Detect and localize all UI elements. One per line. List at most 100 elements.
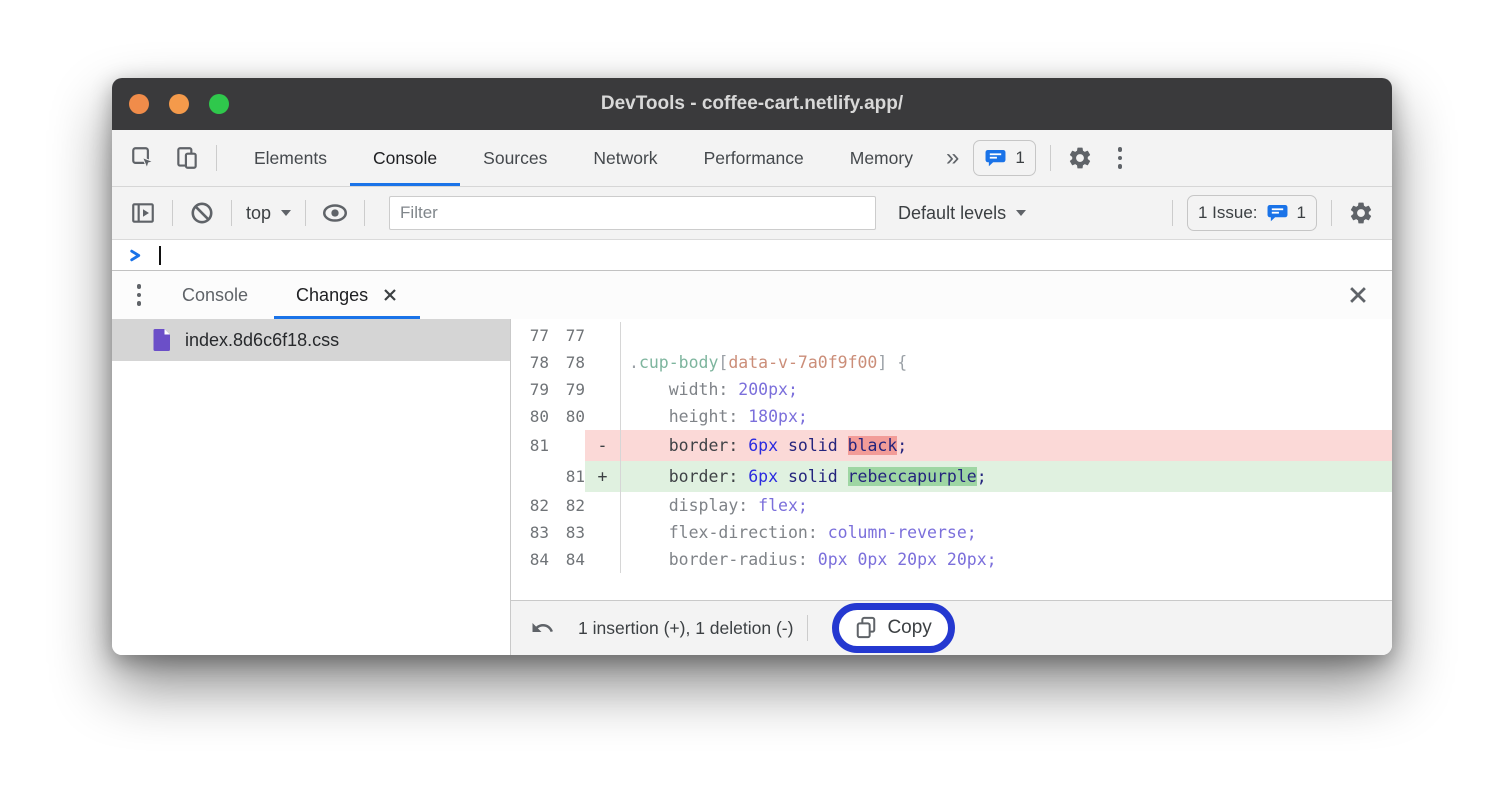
line-number-after: 78	[549, 349, 585, 376]
diff-view: 77777878.cup-body[data-v-7a0f9f00] {7979…	[511, 319, 1392, 655]
diff-marker	[585, 492, 620, 519]
diff-row: 8282 display: flex;	[511, 492, 1392, 519]
tab-memory[interactable]: Memory	[827, 130, 936, 186]
code-line: flex-direction: column-reverse;	[620, 519, 1392, 546]
clear-console-icon[interactable]	[187, 197, 217, 229]
changed-file-name: index.8d6c6f18.css	[185, 330, 339, 351]
tab-console[interactable]: Console	[350, 130, 460, 186]
code-line: .cup-body[data-v-7a0f9f00] {	[620, 349, 1392, 376]
diff-row: 81+ border: 6px solid rebeccapurple;	[511, 461, 1392, 492]
issues-counter-button[interactable]: 1	[973, 140, 1035, 176]
diff-row: 81- border: 6px solid black;	[511, 430, 1392, 461]
diff-marker	[585, 546, 620, 573]
code-line: border-radius: 0px 0px 20px 20px;	[620, 546, 1392, 573]
devtools-window: DevTools - coffee-cart.netlify.app/ Elem…	[112, 78, 1392, 655]
issue-message-icon	[984, 149, 1007, 168]
toolbar-divider	[1050, 145, 1051, 171]
minimize-window-icon[interactable]	[169, 94, 189, 114]
console-toolbar: top Default levels 1 Issue: 1	[112, 187, 1392, 240]
code-line	[620, 322, 1392, 349]
copy-button[interactable]: Copy	[832, 603, 954, 653]
line-number-before: 78	[511, 349, 549, 376]
chevron-down-icon	[281, 210, 291, 216]
toolbar-divider	[364, 200, 365, 226]
more-tabs-icon[interactable]: »	[946, 144, 959, 172]
console-filter-input[interactable]	[389, 196, 876, 230]
zoom-window-icon[interactable]	[209, 94, 229, 114]
line-number-before: 77	[511, 322, 549, 349]
traffic-lights	[129, 94, 229, 114]
screenshot-stage: DevTools - coffee-cart.netlify.app/ Elem…	[0, 0, 1504, 804]
drawer-tab-changes[interactable]: Changes	[272, 271, 422, 319]
diff-marker: -	[585, 430, 620, 461]
changes-file-list: index.8d6c6f18.css	[112, 319, 511, 655]
drawer-toolbar: Console Changes	[112, 270, 1392, 319]
line-number-after: 84	[549, 546, 585, 573]
drawer-tab-console[interactable]: Console	[158, 271, 272, 319]
changes-panel: index.8d6c6f18.css 77777878 .cup-body[dat…	[112, 319, 1392, 655]
revert-changes-icon[interactable]	[529, 616, 556, 640]
copy-button-label: Copy	[887, 617, 931, 639]
footer-divider	[807, 615, 808, 641]
diff-row: 8080 height: 180px;	[511, 403, 1392, 430]
copy-icon	[855, 616, 877, 640]
diff-row: 7878 .cup-body[data-v-7a0f9f00] {	[511, 349, 1392, 376]
console-settings-gear-icon[interactable]	[1346, 197, 1376, 229]
code-line: height: 180px;	[620, 403, 1392, 430]
close-drawer-icon[interactable]	[1348, 285, 1368, 305]
line-number-after: 77	[549, 322, 585, 349]
line-number-before: 84	[511, 546, 549, 573]
code-line: width: 200px;	[620, 376, 1392, 403]
line-number-after: 82	[549, 492, 585, 519]
console-prompt-chevron-icon	[129, 249, 142, 262]
toolbar-divider	[216, 145, 217, 171]
frame-context-select[interactable]: top	[246, 203, 291, 224]
window-title: DevTools - coffee-cart.netlify.app/	[112, 93, 1392, 115]
toolbar-divider	[231, 200, 232, 226]
diff-stats: 1 insertion (+), 1 deletion (-)	[578, 618, 793, 639]
line-number-after: 79	[549, 376, 585, 403]
toolbar-divider	[1331, 200, 1332, 226]
line-number-before	[511, 461, 549, 492]
toolbar-divider	[172, 200, 173, 226]
diff-marker: +	[585, 461, 620, 492]
main-toolbar: Elements Console Sources Network Perform…	[112, 130, 1392, 187]
tab-network[interactable]: Network	[570, 130, 680, 186]
diff-rows: 77777878.cup-body[data-v-7a0f9f00] {7979…	[511, 319, 1392, 600]
issues-count: 1	[1015, 148, 1024, 168]
close-changes-tab-icon[interactable]	[382, 287, 398, 303]
diff-marker	[585, 403, 620, 430]
console-prompt[interactable]	[112, 240, 1392, 270]
inspect-element-icon[interactable]	[128, 142, 158, 174]
window-titlebar: DevTools - coffee-cart.netlify.app/	[112, 78, 1392, 130]
toolbar-divider	[305, 200, 306, 226]
customize-devtools-icon[interactable]	[1107, 147, 1133, 169]
diff-marker	[585, 322, 620, 349]
diff-row: 8484 border-radius: 0px 0px 20px 20px;	[511, 546, 1392, 573]
line-number-before: 82	[511, 492, 549, 519]
issues-button[interactable]: 1 Issue: 1	[1187, 195, 1317, 231]
log-levels-select[interactable]: Default levels	[898, 203, 1026, 224]
diff-row: 7777	[511, 322, 1392, 349]
code-line: display: flex;	[620, 492, 1392, 519]
line-number-after	[549, 430, 585, 461]
diff-marker	[585, 519, 620, 546]
console-sidebar-toggle-icon[interactable]	[128, 197, 158, 229]
tab-elements[interactable]: Elements	[231, 130, 350, 186]
live-expression-eye-icon[interactable]	[320, 197, 350, 229]
line-number-before: 79	[511, 376, 549, 403]
device-toolbar-icon[interactable]	[172, 142, 202, 174]
toolbar-divider	[1172, 200, 1173, 226]
line-number-after: 80	[549, 403, 585, 430]
more-tools-icon[interactable]	[126, 284, 152, 306]
changed-file-item[interactable]: index.8d6c6f18.css	[112, 319, 510, 361]
tab-performance[interactable]: Performance	[681, 130, 827, 186]
diff-row: 7979 width: 200px;	[511, 376, 1392, 403]
settings-gear-icon[interactable]	[1065, 142, 1095, 174]
close-window-icon[interactable]	[129, 94, 149, 114]
diff-footer: 1 insertion (+), 1 deletion (-) Copy	[511, 600, 1392, 655]
tab-sources[interactable]: Sources	[460, 130, 570, 186]
code-line: border: 6px solid black;	[620, 430, 1392, 461]
issues-count: 1	[1297, 203, 1306, 223]
line-number-before: 83	[511, 519, 549, 546]
